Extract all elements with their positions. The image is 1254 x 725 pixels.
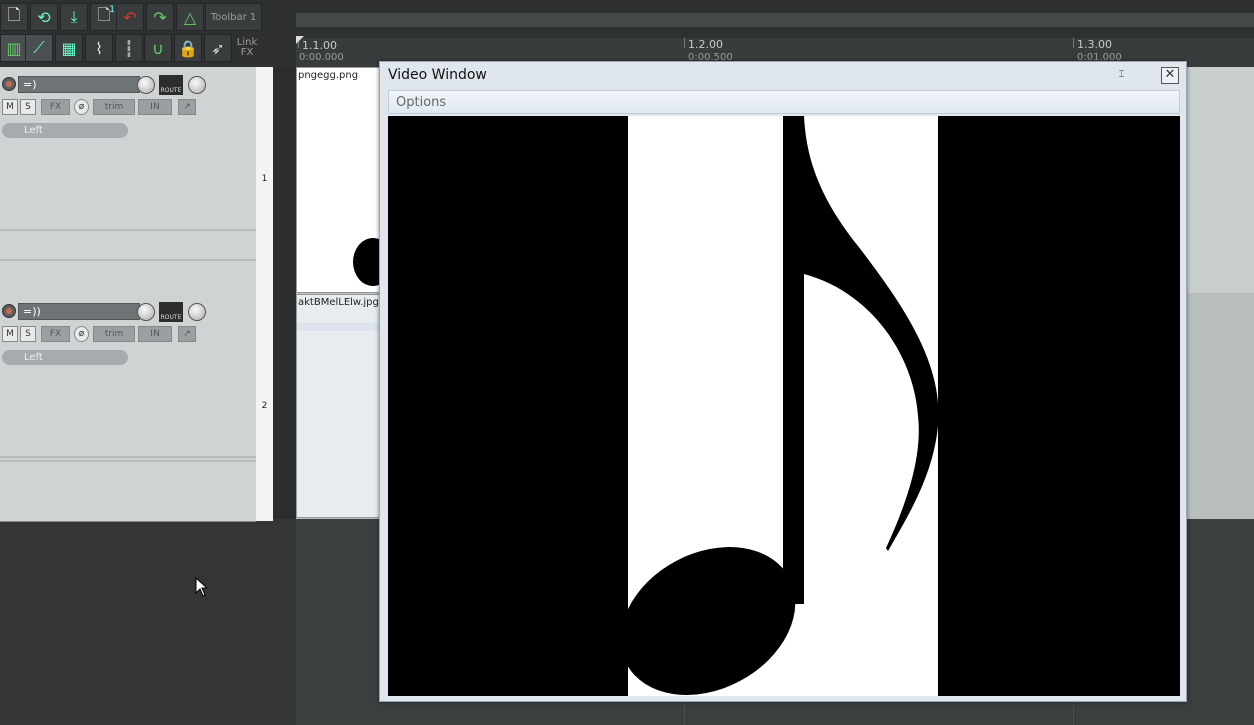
- tcp-splitter[interactable]: [273, 67, 296, 519]
- send-arrow-icon[interactable]: ↗: [178, 99, 196, 115]
- window-title: Video Window: [388, 67, 487, 83]
- record-arm-button[interactable]: [2, 304, 16, 318]
- ruler-marker-label: 1.1.00: [302, 39, 337, 52]
- video-canvas[interactable]: [388, 116, 1180, 696]
- metronome-icon[interactable]: △: [176, 3, 204, 31]
- track-panel-2[interactable]: =)) ROUTE M S FX ø trim IN ↗ Left: [0, 294, 256, 522]
- pin-icon[interactable]: ⌶: [1115, 69, 1128, 81]
- close-button[interactable]: ✕: [1161, 67, 1179, 84]
- mute-button[interactable]: M: [2, 99, 18, 115]
- volume-knob[interactable]: [137, 303, 155, 321]
- track-name-field[interactable]: =): [18, 76, 140, 93]
- main-toolbar: 🗋 ⟲ ⤓ 🗋 1 ↶ ↷ △ Toolbar 1 ▥ ⟋ ▦ ⌇ ┇ ∪ 🔒 ➶…: [0, 0, 296, 67]
- input-button[interactable]: IN: [138, 99, 172, 115]
- pan-knob[interactable]: [188, 303, 206, 321]
- envelope-selector[interactable]: Left: [2, 123, 128, 138]
- item-label: aktBMelLElw.jpg: [298, 297, 379, 308]
- track-number-strip[interactable]: 2: [256, 294, 273, 521]
- volume-knob[interactable]: [137, 76, 155, 94]
- solo-button[interactable]: S: [20, 326, 36, 342]
- mute-button[interactable]: M: [2, 326, 18, 342]
- phase-invert-icon[interactable]: ø: [74, 99, 89, 115]
- item-grouping-icon[interactable]: ▦: [55, 34, 83, 62]
- item-label: pngegg.png: [298, 70, 359, 81]
- snap-grid-icon[interactable]: ┇: [115, 34, 143, 62]
- track-divider: [0, 460, 256, 462]
- phase-invert-icon[interactable]: ø: [74, 326, 89, 342]
- fx-button[interactable]: FX: [41, 326, 70, 342]
- save-project-icon[interactable]: ⤓: [60, 3, 88, 31]
- track-panel-1[interactable]: =) ROUTE M S FX ø trim IN ↗ Left: [0, 67, 256, 295]
- new-project-icon[interactable]: 🗋: [0, 3, 28, 31]
- ruler-marker-time: 0:00.000: [299, 52, 344, 63]
- track-name-field[interactable]: =)): [18, 303, 140, 320]
- eighth-note-image: [620, 116, 939, 696]
- badge-count: 1: [109, 5, 115, 15]
- item-stripe: [297, 323, 383, 331]
- options-menu-bar: Options: [388, 90, 1180, 114]
- track-number: 2: [261, 401, 268, 411]
- project-settings-icon[interactable]: 🗋 1: [90, 3, 118, 31]
- ruler-marker-label: 1.3.00: [1077, 38, 1112, 51]
- video-window[interactable]: Video Window ⌶ ✕ Options: [379, 61, 1187, 702]
- route-button[interactable]: ROUTE: [159, 75, 183, 95]
- fx-button[interactable]: FX: [41, 99, 70, 115]
- pan-knob[interactable]: [188, 76, 206, 94]
- input-button[interactable]: IN: [138, 326, 172, 342]
- edit-cursor-flag-icon: [296, 36, 304, 44]
- ruler-marker-label: 1.2.00: [688, 38, 723, 51]
- solo-button[interactable]: S: [20, 99, 36, 115]
- redo-icon[interactable]: ↷: [146, 3, 174, 31]
- envelope-selector[interactable]: Left: [2, 350, 128, 365]
- snap-icon[interactable]: ∪: [144, 34, 172, 62]
- undo-icon[interactable]: ↶: [116, 3, 144, 31]
- horizontal-scrollbar[interactable]: [296, 13, 1254, 27]
- fx-text: FX: [240, 47, 254, 58]
- automation-trim-button[interactable]: trim: [93, 99, 135, 115]
- options-menu[interactable]: Options: [396, 95, 446, 110]
- track-number-strip[interactable]: 1: [256, 67, 273, 294]
- automation-trim-button[interactable]: trim: [93, 326, 135, 342]
- send-arrow-icon[interactable]: ↗: [178, 326, 196, 342]
- record-arm-button[interactable]: [2, 77, 16, 91]
- ripple-edit-icon[interactable]: ⟋: [25, 34, 53, 62]
- pointer-tool-icon[interactable]: ➶: [204, 34, 232, 62]
- lock-icon[interactable]: 🔒: [174, 34, 202, 62]
- toolbar-label[interactable]: Toolbar 1: [205, 3, 262, 31]
- route-button[interactable]: ROUTE: [159, 302, 183, 322]
- media-item-image-1[interactable]: pngegg.png: [296, 67, 393, 293]
- grid-icon[interactable]: ▥: [0, 34, 28, 62]
- media-item-image-2[interactable]: aktBMelLElw.jpg: [296, 294, 383, 518]
- envelope-points-icon[interactable]: ⌇: [85, 34, 113, 62]
- track-divider: [0, 259, 256, 261]
- route-label: ROUTE: [160, 87, 182, 94]
- mouse-cursor-icon: [195, 576, 209, 600]
- track-number: 1: [261, 174, 268, 184]
- track-divider: [0, 229, 256, 231]
- open-project-icon[interactable]: ⟲: [30, 3, 58, 31]
- track-divider: [0, 456, 256, 458]
- route-label: ROUTE: [160, 314, 182, 321]
- link-fx-label[interactable]: Link FX: [233, 38, 261, 58]
